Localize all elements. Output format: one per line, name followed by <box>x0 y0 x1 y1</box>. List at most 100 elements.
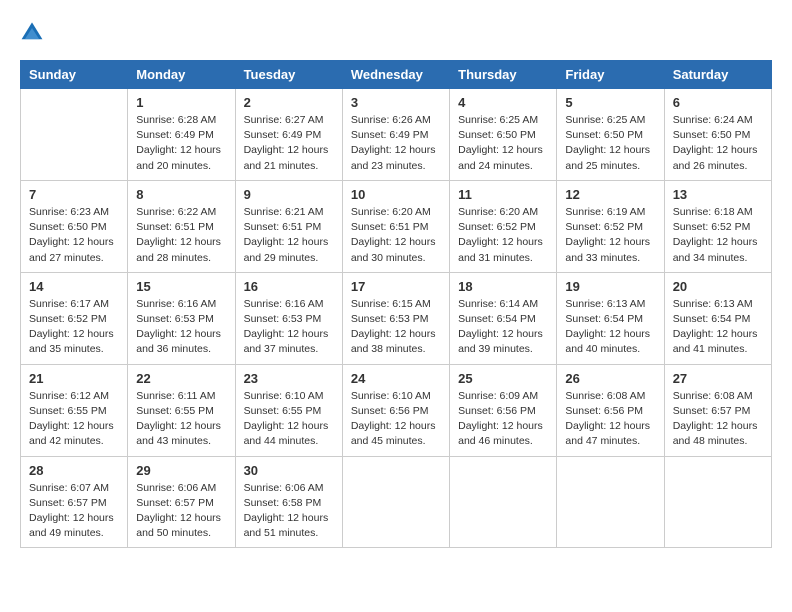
day-info: Sunrise: 6:26 AMSunset: 6:49 PMDaylight:… <box>351 113 441 174</box>
day-header: Monday <box>128 61 235 89</box>
calendar-cell: 28 Sunrise: 6:07 AMSunset: 6:57 PMDaylig… <box>21 456 128 548</box>
day-info: Sunrise: 6:13 AMSunset: 6:54 PMDaylight:… <box>565 297 655 358</box>
calendar-cell: 14 Sunrise: 6:17 AMSunset: 6:52 PMDaylig… <box>21 272 128 364</box>
calendar-cell: 1 Sunrise: 6:28 AMSunset: 6:49 PMDayligh… <box>128 89 235 181</box>
day-number: 23 <box>244 371 334 386</box>
day-number: 11 <box>458 187 548 202</box>
day-number: 25 <box>458 371 548 386</box>
day-header: Sunday <box>21 61 128 89</box>
day-info: Sunrise: 6:11 AMSunset: 6:55 PMDaylight:… <box>136 389 226 450</box>
day-number: 18 <box>458 279 548 294</box>
day-number: 8 <box>136 187 226 202</box>
calendar-cell: 27 Sunrise: 6:08 AMSunset: 6:57 PMDaylig… <box>664 364 771 456</box>
day-info: Sunrise: 6:12 AMSunset: 6:55 PMDaylight:… <box>29 389 119 450</box>
day-info: Sunrise: 6:08 AMSunset: 6:57 PMDaylight:… <box>673 389 763 450</box>
calendar-cell: 29 Sunrise: 6:06 AMSunset: 6:57 PMDaylig… <box>128 456 235 548</box>
day-info: Sunrise: 6:25 AMSunset: 6:50 PMDaylight:… <box>565 113 655 174</box>
day-number: 7 <box>29 187 119 202</box>
day-header: Wednesday <box>342 61 449 89</box>
calendar-cell: 5 Sunrise: 6:25 AMSunset: 6:50 PMDayligh… <box>557 89 664 181</box>
day-info: Sunrise: 6:14 AMSunset: 6:54 PMDaylight:… <box>458 297 548 358</box>
day-number: 4 <box>458 95 548 110</box>
calendar-cell: 12 Sunrise: 6:19 AMSunset: 6:52 PMDaylig… <box>557 180 664 272</box>
day-number: 1 <box>136 95 226 110</box>
day-number: 5 <box>565 95 655 110</box>
day-header: Saturday <box>664 61 771 89</box>
day-header: Tuesday <box>235 61 342 89</box>
page-header <box>20 20 772 44</box>
day-info: Sunrise: 6:20 AMSunset: 6:52 PMDaylight:… <box>458 205 548 266</box>
day-number: 3 <box>351 95 441 110</box>
day-number: 13 <box>673 187 763 202</box>
day-info: Sunrise: 6:21 AMSunset: 6:51 PMDaylight:… <box>244 205 334 266</box>
calendar-cell: 16 Sunrise: 6:16 AMSunset: 6:53 PMDaylig… <box>235 272 342 364</box>
day-number: 27 <box>673 371 763 386</box>
day-number: 20 <box>673 279 763 294</box>
calendar-cell: 2 Sunrise: 6:27 AMSunset: 6:49 PMDayligh… <box>235 89 342 181</box>
day-header: Thursday <box>450 61 557 89</box>
day-info: Sunrise: 6:27 AMSunset: 6:49 PMDaylight:… <box>244 113 334 174</box>
calendar-cell <box>450 456 557 548</box>
calendar-cell <box>664 456 771 548</box>
day-info: Sunrise: 6:25 AMSunset: 6:50 PMDaylight:… <box>458 113 548 174</box>
day-info: Sunrise: 6:23 AMSunset: 6:50 PMDaylight:… <box>29 205 119 266</box>
day-number: 14 <box>29 279 119 294</box>
calendar-cell: 25 Sunrise: 6:09 AMSunset: 6:56 PMDaylig… <box>450 364 557 456</box>
day-info: Sunrise: 6:08 AMSunset: 6:56 PMDaylight:… <box>565 389 655 450</box>
calendar-cell: 21 Sunrise: 6:12 AMSunset: 6:55 PMDaylig… <box>21 364 128 456</box>
day-number: 21 <box>29 371 119 386</box>
calendar-cell: 8 Sunrise: 6:22 AMSunset: 6:51 PMDayligh… <box>128 180 235 272</box>
day-number: 30 <box>244 463 334 478</box>
day-number: 26 <box>565 371 655 386</box>
day-number: 2 <box>244 95 334 110</box>
day-number: 6 <box>673 95 763 110</box>
day-number: 19 <box>565 279 655 294</box>
calendar-cell: 7 Sunrise: 6:23 AMSunset: 6:50 PMDayligh… <box>21 180 128 272</box>
calendar-cell: 11 Sunrise: 6:20 AMSunset: 6:52 PMDaylig… <box>450 180 557 272</box>
calendar-cell: 20 Sunrise: 6:13 AMSunset: 6:54 PMDaylig… <box>664 272 771 364</box>
calendar-cell: 17 Sunrise: 6:15 AMSunset: 6:53 PMDaylig… <box>342 272 449 364</box>
calendar-cell: 9 Sunrise: 6:21 AMSunset: 6:51 PMDayligh… <box>235 180 342 272</box>
day-info: Sunrise: 6:13 AMSunset: 6:54 PMDaylight:… <box>673 297 763 358</box>
day-info: Sunrise: 6:22 AMSunset: 6:51 PMDaylight:… <box>136 205 226 266</box>
day-info: Sunrise: 6:06 AMSunset: 6:58 PMDaylight:… <box>244 481 334 542</box>
calendar-cell: 4 Sunrise: 6:25 AMSunset: 6:50 PMDayligh… <box>450 89 557 181</box>
day-info: Sunrise: 6:16 AMSunset: 6:53 PMDaylight:… <box>136 297 226 358</box>
day-info: Sunrise: 6:09 AMSunset: 6:56 PMDaylight:… <box>458 389 548 450</box>
day-number: 29 <box>136 463 226 478</box>
calendar-cell: 24 Sunrise: 6:10 AMSunset: 6:56 PMDaylig… <box>342 364 449 456</box>
day-number: 12 <box>565 187 655 202</box>
calendar-cell: 23 Sunrise: 6:10 AMSunset: 6:55 PMDaylig… <box>235 364 342 456</box>
calendar-cell: 10 Sunrise: 6:20 AMSunset: 6:51 PMDaylig… <box>342 180 449 272</box>
calendar-cell: 6 Sunrise: 6:24 AMSunset: 6:50 PMDayligh… <box>664 89 771 181</box>
day-number: 15 <box>136 279 226 294</box>
calendar-cell: 30 Sunrise: 6:06 AMSunset: 6:58 PMDaylig… <box>235 456 342 548</box>
calendar-cell <box>21 89 128 181</box>
day-info: Sunrise: 6:17 AMSunset: 6:52 PMDaylight:… <box>29 297 119 358</box>
day-info: Sunrise: 6:10 AMSunset: 6:56 PMDaylight:… <box>351 389 441 450</box>
day-info: Sunrise: 6:18 AMSunset: 6:52 PMDaylight:… <box>673 205 763 266</box>
day-header: Friday <box>557 61 664 89</box>
day-info: Sunrise: 6:06 AMSunset: 6:57 PMDaylight:… <box>136 481 226 542</box>
calendar-cell: 13 Sunrise: 6:18 AMSunset: 6:52 PMDaylig… <box>664 180 771 272</box>
day-number: 9 <box>244 187 334 202</box>
day-number: 10 <box>351 187 441 202</box>
day-info: Sunrise: 6:24 AMSunset: 6:50 PMDaylight:… <box>673 113 763 174</box>
day-number: 24 <box>351 371 441 386</box>
calendar-cell <box>557 456 664 548</box>
day-number: 17 <box>351 279 441 294</box>
calendar-cell: 19 Sunrise: 6:13 AMSunset: 6:54 PMDaylig… <box>557 272 664 364</box>
day-info: Sunrise: 6:28 AMSunset: 6:49 PMDaylight:… <box>136 113 226 174</box>
day-info: Sunrise: 6:07 AMSunset: 6:57 PMDaylight:… <box>29 481 119 542</box>
calendar-cell: 26 Sunrise: 6:08 AMSunset: 6:56 PMDaylig… <box>557 364 664 456</box>
calendar-cell: 15 Sunrise: 6:16 AMSunset: 6:53 PMDaylig… <box>128 272 235 364</box>
day-info: Sunrise: 6:20 AMSunset: 6:51 PMDaylight:… <box>351 205 441 266</box>
day-number: 22 <box>136 371 226 386</box>
day-number: 16 <box>244 279 334 294</box>
logo <box>20 20 48 44</box>
day-info: Sunrise: 6:15 AMSunset: 6:53 PMDaylight:… <box>351 297 441 358</box>
calendar-cell: 3 Sunrise: 6:26 AMSunset: 6:49 PMDayligh… <box>342 89 449 181</box>
day-info: Sunrise: 6:19 AMSunset: 6:52 PMDaylight:… <box>565 205 655 266</box>
day-info: Sunrise: 6:10 AMSunset: 6:55 PMDaylight:… <box>244 389 334 450</box>
day-info: Sunrise: 6:16 AMSunset: 6:53 PMDaylight:… <box>244 297 334 358</box>
